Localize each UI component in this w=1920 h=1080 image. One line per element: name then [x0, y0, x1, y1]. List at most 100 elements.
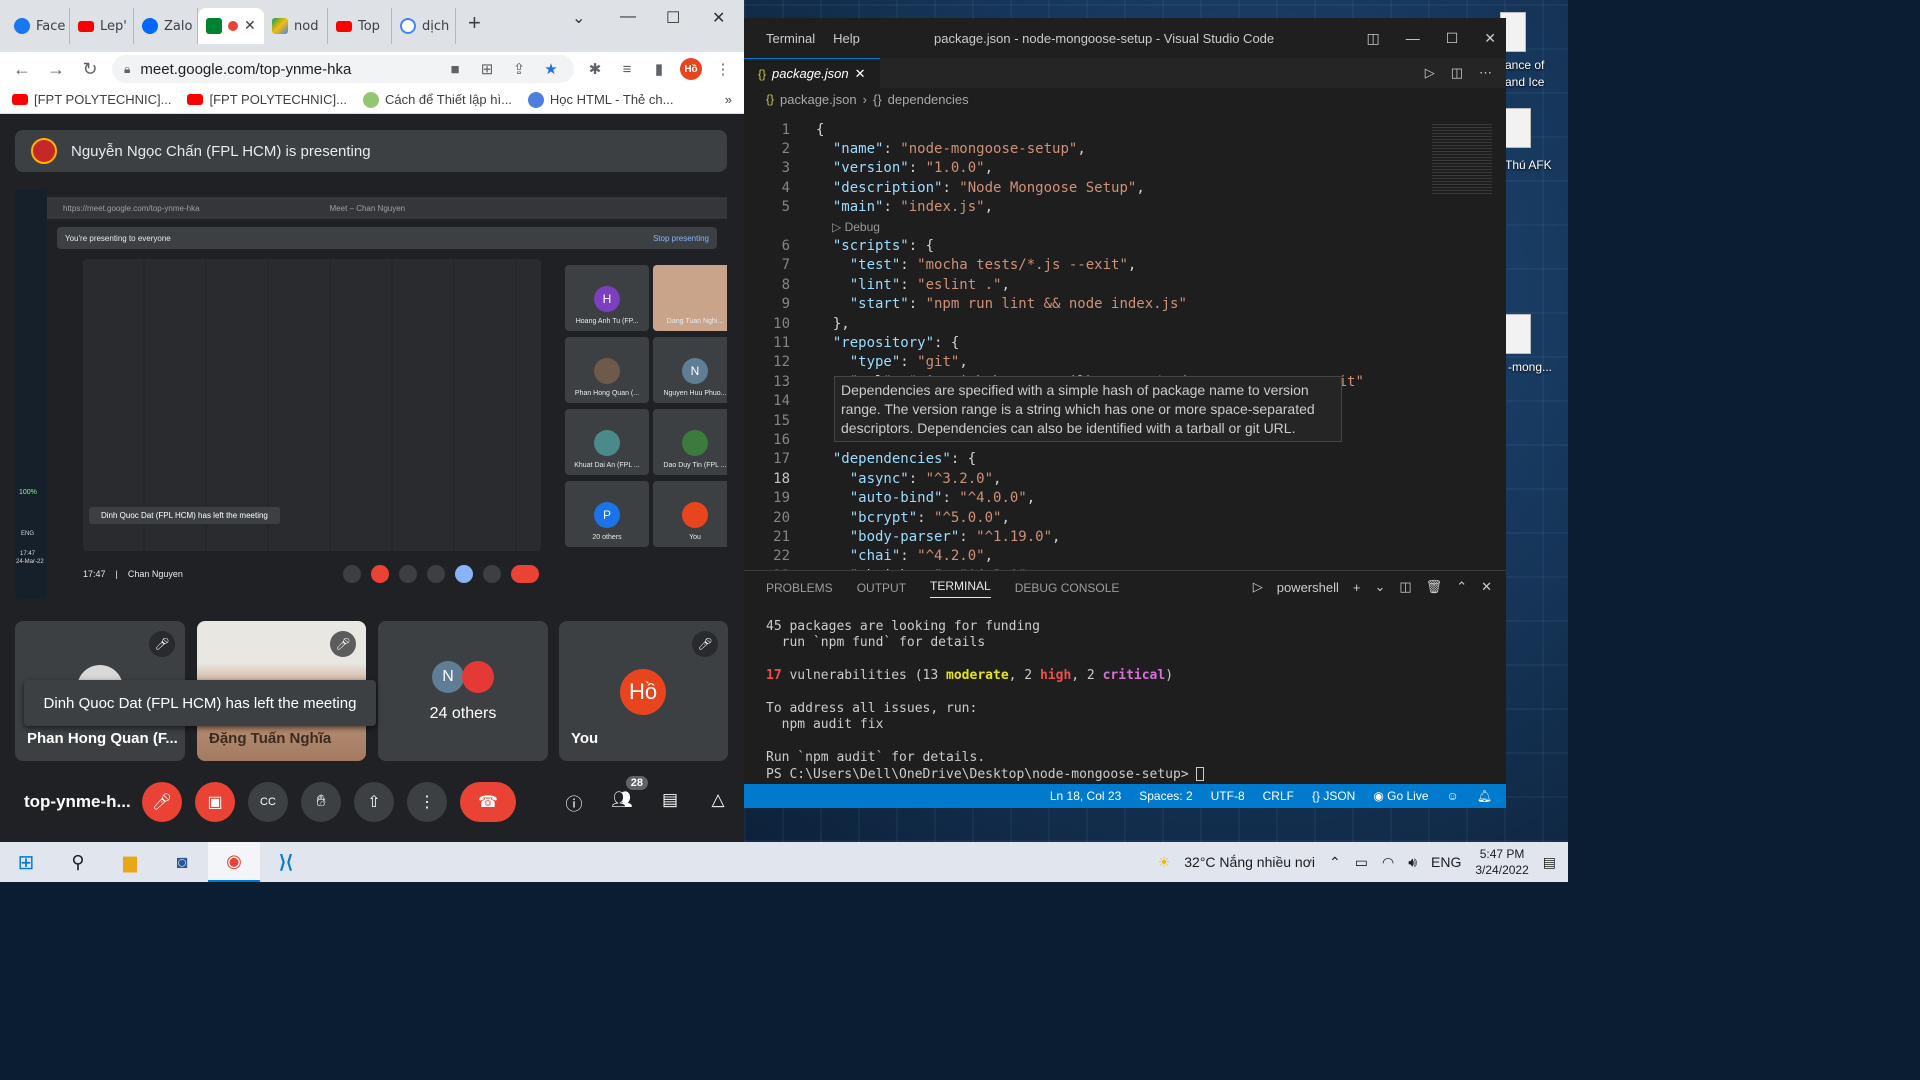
info-icon[interactable]: ⓘ: [562, 790, 586, 814]
breadcrumb-symbol[interactable]: dependencies: [888, 92, 969, 107]
raise-hand-button[interactable]: ✋︎: [301, 782, 341, 822]
browser-tab[interactable]: nod: [264, 8, 328, 44]
tab-problems[interactable]: PROBLEMS: [766, 581, 833, 595]
battery-icon[interactable]: ▭: [1355, 854, 1368, 871]
trash-icon[interactable]: 🗑︎: [1426, 579, 1443, 595]
status-language[interactable]: {} JSON: [1312, 789, 1355, 803]
bookmark-star-icon[interactable]: ★: [540, 60, 562, 78]
shell-name[interactable]: powershell: [1277, 580, 1339, 595]
bookmark-item[interactable]: Học HTML - Thẻ ch...: [527, 91, 673, 108]
vscode-taskbar-icon[interactable]: ⟩⟨: [260, 842, 312, 882]
menu-icon[interactable]: ⋮: [712, 60, 734, 78]
forward-button[interactable]: →: [44, 59, 68, 80]
new-terminal-icon[interactable]: +: [1353, 580, 1361, 595]
mic-off-button[interactable]: 🎤︎: [142, 782, 182, 822]
back-button[interactable]: ←: [10, 59, 34, 80]
camera-off-button[interactable]: ▣: [195, 782, 235, 822]
close-window-button[interactable]: ✕: [1484, 30, 1496, 47]
feedback-icon[interactable]: ☺: [1447, 789, 1459, 803]
run-icon[interactable]: ▷: [1425, 65, 1435, 81]
captions-button[interactable]: CC: [248, 782, 288, 822]
more-options-button[interactable]: ⋮: [407, 782, 447, 822]
browser-tab-active[interactable]: ✕: [198, 8, 264, 44]
tab-debug-console[interactable]: DEBUG CONSOLE: [1015, 581, 1120, 595]
media-icon[interactable]: ≡: [616, 61, 638, 78]
camera-icon[interactable]: ■: [444, 61, 466, 78]
sidepanel-icon[interactable]: ▮: [648, 60, 670, 78]
split-editor-icon[interactable]: ◫: [1451, 65, 1463, 81]
desktop-label[interactable]: and Ice: [1505, 75, 1544, 89]
language-indicator[interactable]: ENG: [1431, 854, 1461, 870]
maximize-button[interactable]: ☐: [666, 8, 680, 28]
chrome-taskbar-icon[interactable]: ◉: [208, 842, 260, 882]
maximize-button[interactable]: ☐: [1446, 30, 1459, 47]
tab-search-icon[interactable]: ⌄: [572, 8, 585, 28]
people-icon[interactable]: 👥︎ 28: [610, 776, 648, 814]
layout-icon[interactable]: ◫: [1366, 30, 1379, 47]
others-tile[interactable]: N 24 others: [378, 621, 548, 761]
lock-icon[interactable]: 🔒︎: [124, 62, 130, 77]
minimize-button[interactable]: —: [1406, 30, 1420, 47]
minimap[interactable]: [1432, 124, 1492, 194]
maximize-panel-icon[interactable]: ⌃: [1456, 579, 1467, 595]
close-icon[interactable]: ✕: [855, 66, 866, 82]
search-icon[interactable]: ⚲: [52, 842, 104, 882]
browser-tab[interactable]: Face: [6, 8, 70, 44]
volume-icon[interactable]: 🔊︎: [1408, 854, 1417, 871]
extensions-icon[interactable]: ✱: [584, 60, 606, 78]
desktop-folder-icon[interactable]: [1505, 314, 1531, 354]
tab-package-json[interactable]: {} package.json ✕: [744, 58, 880, 88]
bookmark-item[interactable]: [FPT POLYTECHNIC]...: [187, 92, 347, 107]
codelens-debug[interactable]: ▷ Debug: [744, 217, 1506, 236]
menu-help[interactable]: Help: [833, 31, 860, 46]
file-explorer-icon[interactable]: ▆: [104, 842, 156, 882]
new-tab-button[interactable]: +: [456, 10, 493, 36]
split-terminal-icon[interactable]: ◫: [1399, 579, 1411, 595]
chevron-down-icon[interactable]: ⌄: [1374, 579, 1385, 595]
menu-terminal[interactable]: Terminal: [766, 31, 815, 46]
notifications-icon[interactable]: ▤: [1543, 854, 1556, 871]
browser-tab[interactable]: Zalo: [134, 8, 198, 44]
activities-icon[interactable]: △: [706, 790, 730, 814]
code-editor[interactable]: 1{2 "name": "node-mongoose-setup", 3 "ver…: [744, 120, 1506, 570]
translate-icon[interactable]: ⊞: [476, 60, 498, 78]
end-call-button[interactable]: ☎︎: [460, 782, 516, 822]
status-go-live[interactable]: ◉ Go Live: [1373, 789, 1428, 803]
minimize-button[interactable]: —: [620, 8, 636, 26]
desktop-label[interactable]: Thú AFK: [1505, 158, 1552, 172]
reload-button[interactable]: ↻: [78, 59, 102, 80]
present-button[interactable]: ⇧: [354, 782, 394, 822]
status-eol[interactable]: CRLF: [1263, 789, 1294, 803]
weather-icon[interactable]: ☀︎: [1158, 854, 1171, 871]
breadcrumb-file[interactable]: package.json: [780, 92, 857, 107]
profile-avatar[interactable]: Hồ: [680, 58, 702, 80]
chevron-up-icon[interactable]: ⌃: [1329, 854, 1341, 871]
close-icon[interactable]: ✕: [244, 18, 256, 34]
status-encoding[interactable]: UTF-8: [1211, 789, 1245, 803]
clock[interactable]: 5:47 PM 3/24/2022: [1475, 846, 1528, 878]
more-actions-icon[interactable]: ⋯: [1479, 65, 1492, 81]
desktop-label[interactable]: ance of: [1505, 58, 1544, 72]
tab-terminal[interactable]: TERMINAL: [930, 579, 991, 598]
windows-start-icon[interactable]: ⊞: [0, 842, 52, 882]
chat-icon[interactable]: ▤: [658, 790, 682, 814]
wifi-icon[interactable]: ◠: [1382, 854, 1394, 871]
desktop-file-icon[interactable]: [1505, 108, 1531, 148]
screenshare-view[interactable]: 100% ENG 17:47 24-Mar-22 https://meet.go…: [15, 189, 727, 599]
desktop-label[interactable]: -mong...: [1508, 360, 1552, 374]
bell-icon[interactable]: 🔔︎: [1477, 789, 1492, 803]
address-bar[interactable]: 🔒︎ meet.google.com/top-ynme-hka ■ ⊞ ⇪ ★: [112, 55, 574, 83]
bookmark-item[interactable]: Cách để Thiết lập hì...: [362, 91, 512, 108]
browser-tab[interactable]: Lep': [70, 8, 134, 44]
bookmark-item[interactable]: [FPT POLYTECHNIC]...: [12, 92, 171, 107]
browser-tab[interactable]: Top: [328, 8, 392, 44]
status-indent[interactable]: Spaces: 2: [1139, 789, 1192, 803]
browser-tab[interactable]: dịch: [392, 8, 456, 44]
weather-text[interactable]: 32°C Nắng nhiều nơi: [1184, 854, 1315, 870]
close-panel-icon[interactable]: ✕: [1481, 579, 1492, 595]
share-icon[interactable]: ⇪: [508, 60, 530, 78]
word-icon[interactable]: ◙: [156, 842, 208, 882]
terminal-output[interactable]: 45 packages are looking for funding run …: [744, 605, 1506, 797]
self-tile[interactable]: Hồ 🎤︎ You: [559, 621, 728, 761]
more-bookmarks-icon[interactable]: »: [725, 92, 732, 107]
